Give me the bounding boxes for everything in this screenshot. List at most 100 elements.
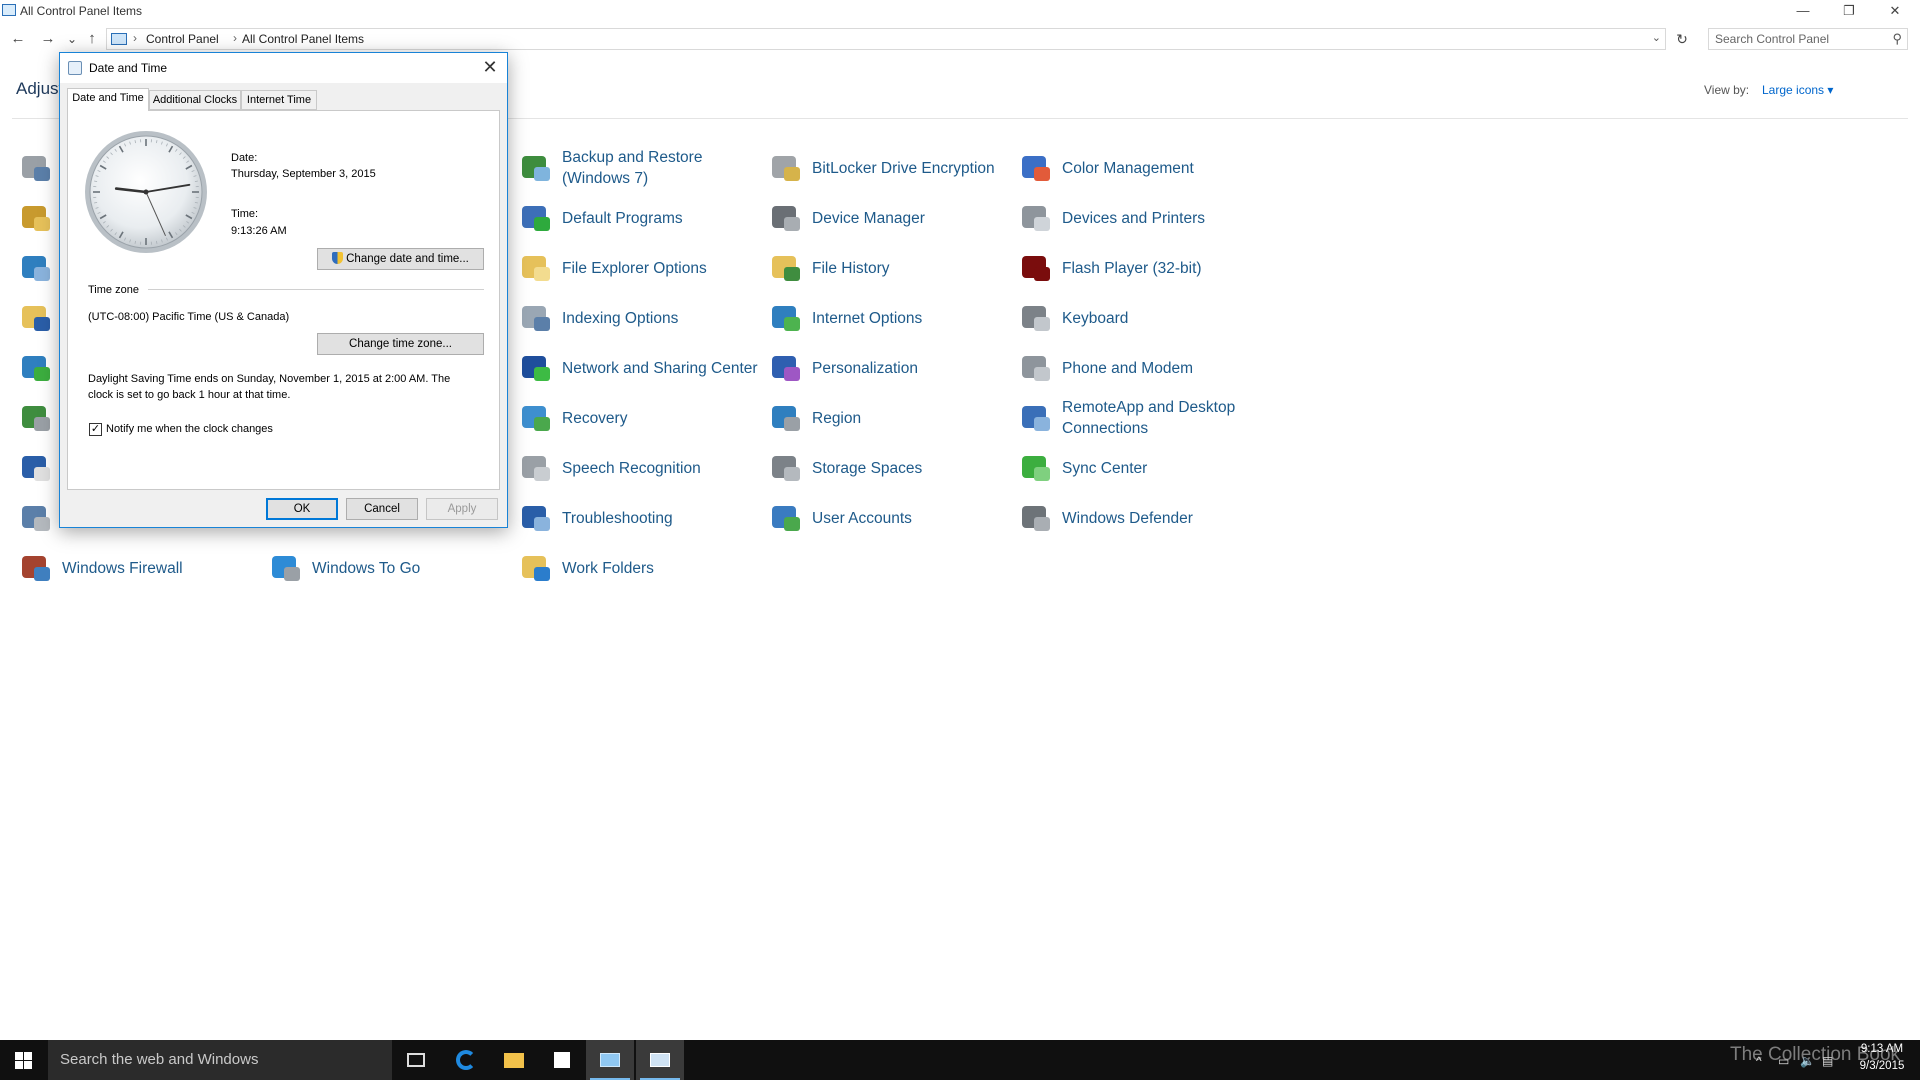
back-button[interactable]: ← (8, 29, 28, 49)
control-panel-item[interactable]: Indexing Options (518, 298, 762, 338)
control-panel-item[interactable]: File History (768, 248, 1012, 288)
control-panel-item[interactable]: Storage Spaces (768, 448, 1012, 488)
breadcrumb-all-items[interactable]: All Control Panel Items (242, 32, 364, 46)
change-time-zone-button[interactable]: Change time zone... (317, 333, 484, 355)
taskbar-store-button[interactable] (538, 1040, 586, 1080)
notify-checkbox[interactable]: ✓ (89, 423, 102, 436)
notify-label[interactable]: Notify me when the clock changes (106, 423, 273, 435)
recent-locations-button[interactable]: ⌄ (62, 29, 82, 49)
control-panel-item[interactable]: Phone and Modem (1018, 348, 1262, 388)
page-title: Adjust (16, 79, 64, 98)
control-panel-item[interactable] (18, 498, 62, 538)
color-management-icon (1034, 167, 1050, 181)
control-panel-item-label: Flash Player (32-bit) (1062, 259, 1202, 277)
cancel-button[interactable]: Cancel (346, 498, 418, 520)
dialog-close-button[interactable]: ✕ (473, 53, 507, 83)
keyboard-icon (1034, 317, 1050, 331)
control-panel-item-label: Backup and Restore (Windows 7) (562, 149, 703, 187)
control-panel-item[interactable]: Troubleshooting (518, 498, 762, 538)
control-panel-item-label: Device Manager (812, 209, 925, 227)
navigation-bar: ← → ⌄ ↑ › Control Panel › All Control Pa… (0, 27, 1920, 51)
control-panel-item[interactable]: Default Programs (518, 198, 762, 238)
control-panel-item[interactable]: Personalization (768, 348, 1012, 388)
taskbar-search-input[interactable]: Search the web and Windows (48, 1040, 392, 1080)
search-input[interactable]: Search Control Panel ⚲ (1708, 28, 1908, 50)
control-panel-item[interactable] (18, 398, 62, 438)
task-view-button[interactable] (392, 1040, 440, 1080)
forward-button[interactable]: → (38, 29, 58, 49)
control-panel-item[interactable]: Devices and Printers (1018, 198, 1262, 238)
view-by-dropdown[interactable]: Large icons ▾ (1762, 83, 1833, 97)
close-button[interactable]: ✕ (1872, 0, 1918, 22)
control-panel-item[interactable]: Device Manager (768, 198, 1012, 238)
control-panel-item-label: Region (812, 409, 862, 427)
show-hidden-icons-icon[interactable]: ^ (1756, 1054, 1762, 1068)
administrative-tools-icon (18, 151, 52, 185)
printer-icon (1018, 201, 1052, 235)
control-panel-item[interactable]: Internet Options (768, 298, 1012, 338)
control-panel-item[interactable]: BitLocker Drive Encryption (768, 148, 1012, 188)
control-panel-item[interactable]: Recovery (518, 398, 762, 438)
minimize-button[interactable]: — (1780, 0, 1826, 22)
address-dropdown-icon[interactable]: ⌄ (1652, 31, 1661, 44)
network-icon (534, 367, 550, 381)
control-panel-item[interactable] (18, 448, 62, 488)
volume-icon[interactable]: 🔈 (1800, 1054, 1815, 1068)
control-panel-item[interactable]: Sync Center (1018, 448, 1262, 488)
date-label: Date: (231, 152, 258, 164)
system-icon (34, 517, 50, 531)
control-panel-item[interactable]: RemoteApp and Desktop Connections (1018, 398, 1262, 438)
taskbar-explorer-button[interactable] (490, 1040, 538, 1080)
taskbar-edge-button[interactable] (442, 1040, 490, 1080)
control-panel-item[interactable]: Color Management (1018, 148, 1262, 188)
network-tray-icon[interactable]: ▭ (1778, 1054, 1789, 1068)
address-bar[interactable]: › Control Panel › All Control Panel Item… (106, 28, 1666, 50)
region-icon (768, 401, 802, 435)
control-panel-item[interactable]: Windows Firewall (18, 548, 262, 588)
dst-notice-line2: clock is set to go back 1 hour at that t… (88, 389, 291, 401)
troubleshooting-icon (518, 501, 552, 535)
control-panel-item[interactable] (18, 148, 62, 188)
taskbar-control-panel-button[interactable] (586, 1040, 634, 1080)
control-panel-item[interactable]: Keyboard (1018, 298, 1262, 338)
control-panel-item[interactable]: Windows Defender (1018, 498, 1262, 538)
apply-button[interactable]: Apply (426, 498, 498, 520)
ok-button[interactable]: OK (266, 498, 338, 520)
start-button[interactable] (0, 1040, 48, 1080)
breadcrumb-control-panel[interactable]: Control Panel (146, 32, 219, 46)
control-panel-item[interactable]: Flash Player (32-bit) (1018, 248, 1262, 288)
control-panel-item[interactable] (18, 198, 62, 238)
tab-additional-clocks[interactable]: Additional Clocks (149, 90, 241, 110)
date-time-icon (650, 1053, 670, 1067)
tab-internet-time[interactable]: Internet Time (241, 90, 317, 110)
search-icon[interactable]: ⚲ (1892, 31, 1902, 47)
control-panel-item-label: Internet Options (812, 309, 923, 327)
up-button[interactable]: ↑ (82, 29, 102, 49)
control-panel-item[interactable]: Network and Sharing Center (518, 348, 762, 388)
tab-date-and-time[interactable]: Date and Time (67, 88, 149, 111)
taskbar-date-time-button[interactable] (636, 1040, 684, 1080)
uac-shield-icon (332, 252, 344, 264)
dialog-title-bar: Date and Time ✕ (60, 53, 507, 83)
control-panel-item[interactable]: User Accounts (768, 498, 1012, 538)
default-programs-icon (518, 201, 552, 235)
recovery-icon (518, 401, 552, 435)
change-date-time-button[interactable]: Change date and time... (317, 248, 484, 270)
action-center-icon[interactable]: ▤ (1822, 1054, 1833, 1068)
control-panel-item[interactable]: Speech Recognition (518, 448, 762, 488)
control-panel-icon (2, 4, 16, 16)
control-panel-item[interactable]: File Explorer Options (518, 248, 762, 288)
refresh-button[interactable]: ↻ (1672, 29, 1692, 49)
tray-clock-date[interactable]: 9/3/2015 (1852, 1060, 1912, 1072)
control-panel-item[interactable] (18, 298, 62, 338)
control-panel-item-label: Keyboard (1062, 309, 1129, 327)
control-panel-item[interactable]: Work Folders (518, 548, 762, 588)
control-panel-item-label: Work Folders (562, 559, 654, 577)
control-panel-item[interactable]: Backup and Restore (Windows 7) (518, 148, 762, 188)
restore-button[interactable]: ❐ (1826, 0, 1872, 22)
control-panel-item[interactable] (18, 348, 62, 388)
control-panel-item[interactable] (18, 248, 62, 288)
control-panel-item[interactable]: Region (768, 398, 1012, 438)
tray-clock-time[interactable]: 9:13 AM (1852, 1043, 1912, 1055)
control-panel-item[interactable]: Windows To Go (268, 548, 512, 588)
